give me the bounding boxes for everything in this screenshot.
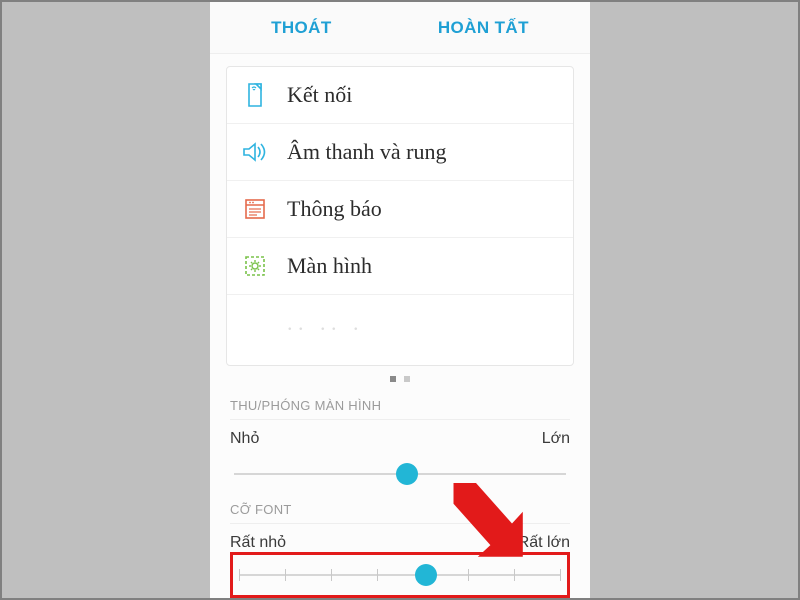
- screenshot-frame: THOÁT HOÀN TẤT Kết nối: [0, 0, 800, 600]
- zoom-max-label: Lớn: [542, 430, 570, 448]
- zoom-slider[interactable]: [230, 456, 570, 492]
- list-item[interactable]: Thông báo: [227, 181, 573, 238]
- slider-tick: [331, 569, 332, 581]
- font-max-label: Rất lớn: [518, 534, 570, 552]
- connections-icon: [241, 81, 269, 109]
- list-item[interactable]: . . . . .: [227, 295, 573, 337]
- zoom-section: THU/PHÓNG MÀN HÌNH Nhỏ Lớn: [210, 388, 590, 496]
- done-button[interactable]: HOÀN TẤT: [438, 18, 529, 38]
- list-item-label: Kết nối: [287, 82, 352, 108]
- list-item-label: . . . . .: [287, 310, 359, 336]
- page-indicator: [210, 372, 590, 388]
- font-end-labels: Rất nhỏ Rất lớn: [230, 534, 570, 552]
- font-slider-thumb[interactable]: [415, 564, 437, 586]
- font-section: CỠ FONT Rất nhỏ Rất lớn: [210, 496, 590, 598]
- slider-tick: [468, 569, 469, 581]
- sound-icon: [241, 138, 269, 166]
- phone-screen: THOÁT HOÀN TẤT Kết nối: [210, 2, 590, 598]
- slider-tick: [514, 569, 515, 581]
- font-slider[interactable]: [235, 557, 565, 593]
- preview-card: Kết nối Âm thanh và rung: [226, 66, 574, 366]
- zoom-end-labels: Nhỏ Lớn: [230, 430, 570, 448]
- list-item[interactable]: Màn hình: [227, 238, 573, 295]
- page-dot: [404, 376, 410, 382]
- font-min-label: Rất nhỏ: [230, 534, 286, 552]
- slider-tick: [377, 569, 378, 581]
- page-dot-active: [390, 376, 396, 382]
- list-item[interactable]: Kết nối: [227, 67, 573, 124]
- slider-tick: [285, 569, 286, 581]
- list-item-label: Âm thanh và rung: [287, 139, 446, 165]
- display-icon: [241, 252, 269, 280]
- slider-tick: [239, 569, 240, 581]
- cancel-button[interactable]: THOÁT: [271, 18, 332, 38]
- zoom-min-label: Nhỏ: [230, 430, 259, 448]
- dialog-header: THOÁT HOÀN TẤT: [210, 2, 590, 54]
- annotation-highlight-box: [230, 552, 570, 598]
- more-icon: [241, 309, 269, 337]
- slider-ticks: [239, 569, 561, 581]
- zoom-title: THU/PHÓNG MÀN HÌNH: [230, 398, 570, 420]
- list-item[interactable]: Âm thanh và rung: [227, 124, 573, 181]
- font-title: CỠ FONT: [230, 502, 570, 524]
- slider-tick: [560, 569, 561, 581]
- zoom-slider-thumb[interactable]: [396, 463, 418, 485]
- list-item-label: Thông báo: [287, 196, 382, 222]
- notifications-icon: [241, 195, 269, 223]
- list-item-label: Màn hình: [287, 253, 372, 279]
